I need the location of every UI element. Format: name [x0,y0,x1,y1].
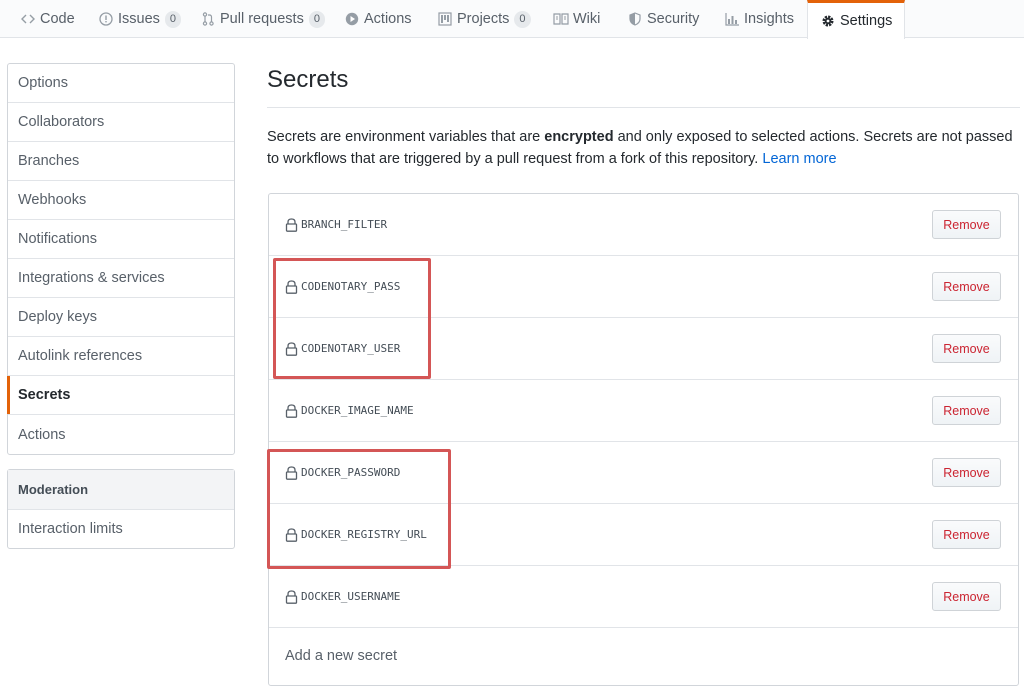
desc-bold-encrypted: encrypted [544,129,614,145]
moderation-heading: Moderation [8,470,234,510]
tab-settings-label: Settings [840,13,893,29]
lock-icon [285,589,298,604]
secret-name: BRANCH_FILTER [285,217,388,232]
tab-pull-requests[interactable]: Pull requests 0 [200,0,325,38]
tab-projects-label: Projects [457,11,510,27]
projects-counter: 0 [514,10,531,28]
add-new-secret-link[interactable]: Add a new secret [285,648,397,664]
desc-text-1: Secrets are environment variables that a… [267,129,545,145]
secrets-description: Secrets are environment variables that a… [267,126,1024,170]
menu-item-notifications[interactable]: Notifications [8,220,234,259]
menu-item-webhooks[interactable]: Webhooks [8,181,234,220]
tab-security[interactable]: Security [627,0,699,38]
secret-name: DOCKER_IMAGE_NAME [285,403,414,418]
remove-button[interactable]: Remove [932,272,1001,301]
shield-icon [627,11,643,27]
tab-issues[interactable]: Issues 0 [98,0,182,38]
secret-row: DOCKER_IMAGE_NAME Remove [269,380,1018,442]
play-icon [344,11,360,27]
menu-item-interaction-limits[interactable]: Interaction limits [8,510,234,548]
menu-item-integrations[interactable]: Integrations & services [8,259,234,298]
tab-actions[interactable]: Actions [344,0,412,38]
moderation-menu: Moderation Interaction limits [7,469,235,549]
pull-request-icon [200,11,216,27]
tab-wiki[interactable]: Wiki [553,0,600,38]
tab-code-label: Code [40,11,75,27]
lock-icon [285,217,298,232]
settings-menu: Options Collaborators Branches Webhooks … [7,63,235,455]
lock-icon [285,403,298,418]
gear-icon [820,13,836,29]
secret-name-text: BRANCH_FILTER [301,218,388,231]
learn-more-link[interactable]: Learn more [762,151,836,167]
tab-actions-label: Actions [364,11,412,27]
tab-settings[interactable]: Settings [807,0,906,39]
secret-name-text: DOCKER_IMAGE_NAME [301,404,414,417]
menu-item-secrets[interactable]: Secrets [7,376,234,415]
issues-counter: 0 [164,10,182,28]
remove-button[interactable]: Remove [932,582,1001,611]
menu-item-collaborators[interactable]: Collaborators [8,103,234,142]
book-icon [553,11,569,27]
tab-insights-label: Insights [744,11,794,27]
menu-item-options[interactable]: Options [8,64,234,103]
remove-button[interactable]: Remove [932,210,1001,239]
tab-security-label: Security [647,11,700,27]
remove-button[interactable]: Remove [932,458,1001,487]
project-icon [437,11,453,27]
menu-item-actions[interactable]: Actions [8,415,234,454]
tab-pull-requests-label: Pull requests [220,11,304,27]
secret-row: BRANCH_FILTER Remove [269,194,1018,256]
issue-icon [98,11,114,27]
tab-wiki-label: Wiki [573,11,601,27]
title-divider [267,107,1020,108]
menu-item-deploy-keys[interactable]: Deploy keys [8,298,234,337]
secret-name: DOCKER_USERNAME [285,589,401,604]
menu-item-autolink-references[interactable]: Autolink references [8,337,234,376]
page-title: Secrets [267,66,349,93]
tab-projects[interactable]: Projects 0 [437,0,531,38]
remove-button[interactable]: Remove [932,334,1001,363]
tab-issues-label: Issues [118,11,160,27]
graph-icon [724,11,740,27]
secret-name-text: DOCKER_USERNAME [301,590,401,603]
menu-item-branches[interactable]: Branches [8,142,234,181]
pull-requests-counter: 0 [308,10,325,28]
tab-code[interactable]: Code [20,0,75,38]
repo-nav-tabs: Code Issues 0 Pull requests 0 Actions Pr… [0,0,1024,39]
remove-button[interactable]: Remove [932,520,1001,549]
highlight-box-docker [267,449,451,569]
tab-insights[interactable]: Insights [724,0,794,38]
secret-row: DOCKER_USERNAME Remove [269,566,1018,628]
highlight-box-codenotary [273,258,431,379]
code-icon [20,11,36,27]
remove-button[interactable]: Remove [932,396,1001,425]
